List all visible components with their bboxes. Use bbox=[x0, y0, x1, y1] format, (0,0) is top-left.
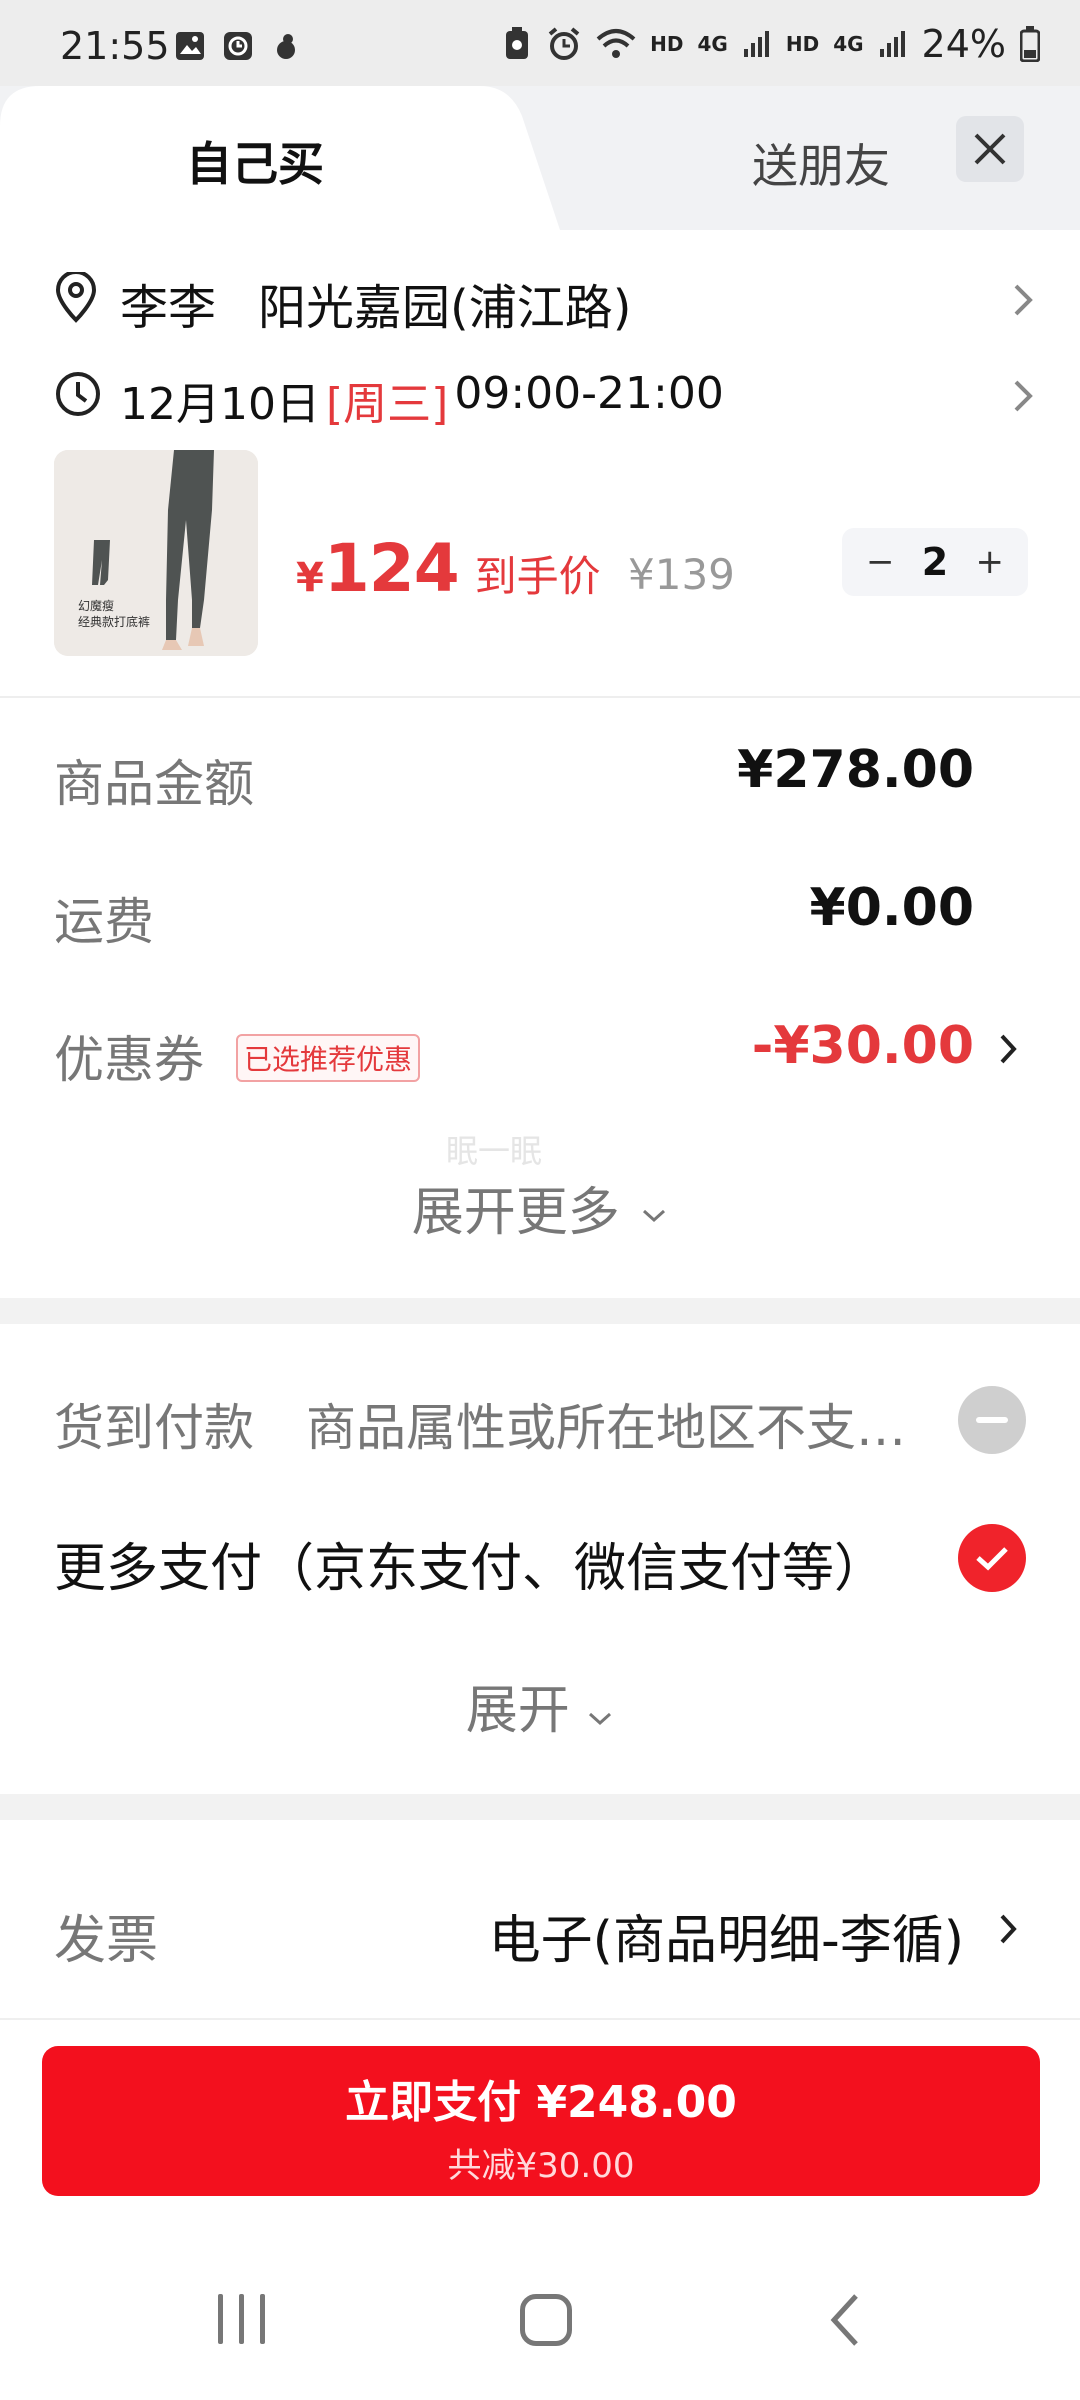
signal-icon bbox=[743, 31, 769, 57]
shipping-row: 运费 ¥0.00 bbox=[0, 874, 1080, 954]
clock-app-icon bbox=[224, 32, 252, 60]
status-bar: 21:55 HD 4G HD 4G 24% bbox=[0, 0, 1080, 86]
status-time: 21:55 bbox=[60, 24, 170, 68]
price-currency: ¥ bbox=[296, 555, 324, 601]
status-indicators: HD 4G HD 4G 24% bbox=[502, 22, 1040, 66]
location-pin-icon bbox=[55, 272, 97, 323]
expand-more-button[interactable]: 展开更多 bbox=[0, 1170, 1080, 1245]
more-payment-row[interactable]: 更多支付（京东支付、微信支付等） bbox=[0, 1512, 1080, 1602]
close-icon bbox=[974, 133, 1006, 165]
product-row: 幻魔瘦 经典款打底裤 ¥ 124 到手价 ¥139 − 2 + bbox=[0, 450, 1080, 660]
chevron-right-icon bbox=[1014, 284, 1033, 316]
tab-send-friend[interactable]: 送朋友 bbox=[752, 130, 890, 196]
recent-apps-button[interactable] bbox=[218, 2294, 265, 2344]
shipping-value: ¥0.00 bbox=[809, 878, 974, 938]
system-nav-bar bbox=[0, 2250, 1080, 2400]
pay-now-discount: 共减¥30.00 bbox=[447, 2146, 635, 2186]
cod-payment-row: 货到付款 商品属性或所在地区不支持货到付款 bbox=[0, 1374, 1080, 1464]
disabled-icon bbox=[958, 1386, 1026, 1454]
section-gap bbox=[0, 1794, 1080, 1820]
delivery-date: 12月10日 bbox=[120, 379, 320, 430]
battery-icon bbox=[1020, 26, 1040, 62]
close-button[interactable] bbox=[956, 116, 1024, 182]
network-4g-1: 4G bbox=[697, 32, 728, 56]
checkmark-icon[interactable] bbox=[958, 1524, 1026, 1592]
chevron-right-icon bbox=[1000, 1914, 1017, 1944]
goods-amount-value: ¥278.00 bbox=[737, 740, 974, 800]
more-payment-label: 更多支付（京东支付、微信支付等） bbox=[54, 1539, 887, 1599]
quantity-decrease-button[interactable]: − bbox=[866, 542, 895, 582]
goods-amount-row: 商品金额 ¥278.00 bbox=[0, 736, 1080, 816]
shipping-label: 运费 bbox=[54, 893, 154, 951]
section-gap bbox=[0, 1298, 1080, 1324]
chevron-down-icon bbox=[643, 1209, 666, 1223]
expand-payment-label: 展开 bbox=[465, 1681, 570, 1741]
pay-now-label: 立即支付 ¥248.00 bbox=[345, 2077, 737, 2128]
expand-payment-button[interactable]: 展开 bbox=[0, 1668, 1080, 1743]
purchase-mode-tabs: 自己买 送朋友 bbox=[0, 86, 1080, 230]
network-hd-1: HD bbox=[650, 32, 684, 56]
cod-label: 货到付款 bbox=[54, 1399, 254, 1457]
thumbnail-caption: 幻魔瘦 经典款打底裤 bbox=[78, 599, 151, 629]
tab-self-buy[interactable]: 自己买 bbox=[186, 128, 324, 194]
delivery-window: 09:00-21:00 bbox=[454, 368, 724, 419]
original-price: ¥139 bbox=[628, 550, 735, 599]
signal-icon-2 bbox=[879, 31, 905, 57]
price-label: 到手价 bbox=[474, 552, 601, 601]
gallery-icon bbox=[176, 32, 204, 60]
final-price: ¥ 124 到手价 bbox=[296, 530, 601, 607]
battery-saver-icon bbox=[506, 27, 529, 59]
chevron-down-icon bbox=[589, 1712, 612, 1726]
back-icon[interactable] bbox=[826, 2290, 862, 2350]
price-value: 124 bbox=[323, 530, 460, 607]
network-hd-2: HD bbox=[785, 32, 820, 56]
quantity-value: 2 bbox=[921, 540, 949, 584]
product-thumbnail[interactable]: 幻魔瘦 经典款打底裤 bbox=[54, 450, 258, 656]
receiver-address: 阳光嘉园(浦江路) bbox=[258, 280, 632, 336]
chevron-right-icon bbox=[1014, 380, 1033, 412]
wifi-icon bbox=[596, 29, 636, 58]
bird-app-icon bbox=[277, 34, 295, 59]
coupon-row[interactable]: 优惠券 已选推荐优惠 -¥30.00 bbox=[0, 1012, 1080, 1092]
chevron-right-icon bbox=[1000, 1034, 1017, 1064]
address-row[interactable]: 李李 阳光嘉园(浦江路) bbox=[0, 262, 1080, 338]
coupon-label: 优惠券 bbox=[54, 1031, 204, 1089]
clock-icon bbox=[56, 372, 100, 416]
watermark-text: 眠一眠 bbox=[446, 1132, 543, 1170]
goods-amount-label: 商品金额 bbox=[54, 755, 254, 813]
battery-level: 24% bbox=[921, 22, 1006, 66]
coupon-value: -¥30.00 bbox=[751, 1016, 974, 1076]
section-divider bbox=[0, 696, 1080, 698]
alarm-icon bbox=[548, 27, 580, 60]
quantity-increase-button[interactable]: + bbox=[975, 542, 1004, 582]
invoice-value[interactable]: 电子(商品明细-李循) bbox=[489, 1898, 964, 1973]
invoice-label: 发票 bbox=[54, 1911, 159, 1971]
quantity-stepper: − 2 + bbox=[842, 528, 1028, 596]
delivery-time: 12月10日 [周三] 09:00-21:00 bbox=[120, 368, 724, 432]
footer-divider bbox=[0, 2018, 1080, 2020]
pay-now-button[interactable]: 立即支付 ¥248.00 共减¥30.00 bbox=[42, 2046, 1040, 2196]
expand-more-label: 展开更多 bbox=[411, 1183, 620, 1243]
network-4g-2: 4G bbox=[833, 32, 864, 56]
home-button[interactable] bbox=[520, 2294, 572, 2346]
cod-description: 商品属性或所在地区不支持货到付款 bbox=[306, 1399, 946, 1457]
delivery-time-row[interactable]: 12月10日 [周三] 09:00-21:00 bbox=[0, 364, 1080, 430]
receiver-name: 李李 bbox=[120, 280, 217, 336]
delivery-weekday: [周三] bbox=[325, 379, 449, 430]
coupon-badge: 已选推荐优惠 bbox=[236, 1034, 421, 1082]
